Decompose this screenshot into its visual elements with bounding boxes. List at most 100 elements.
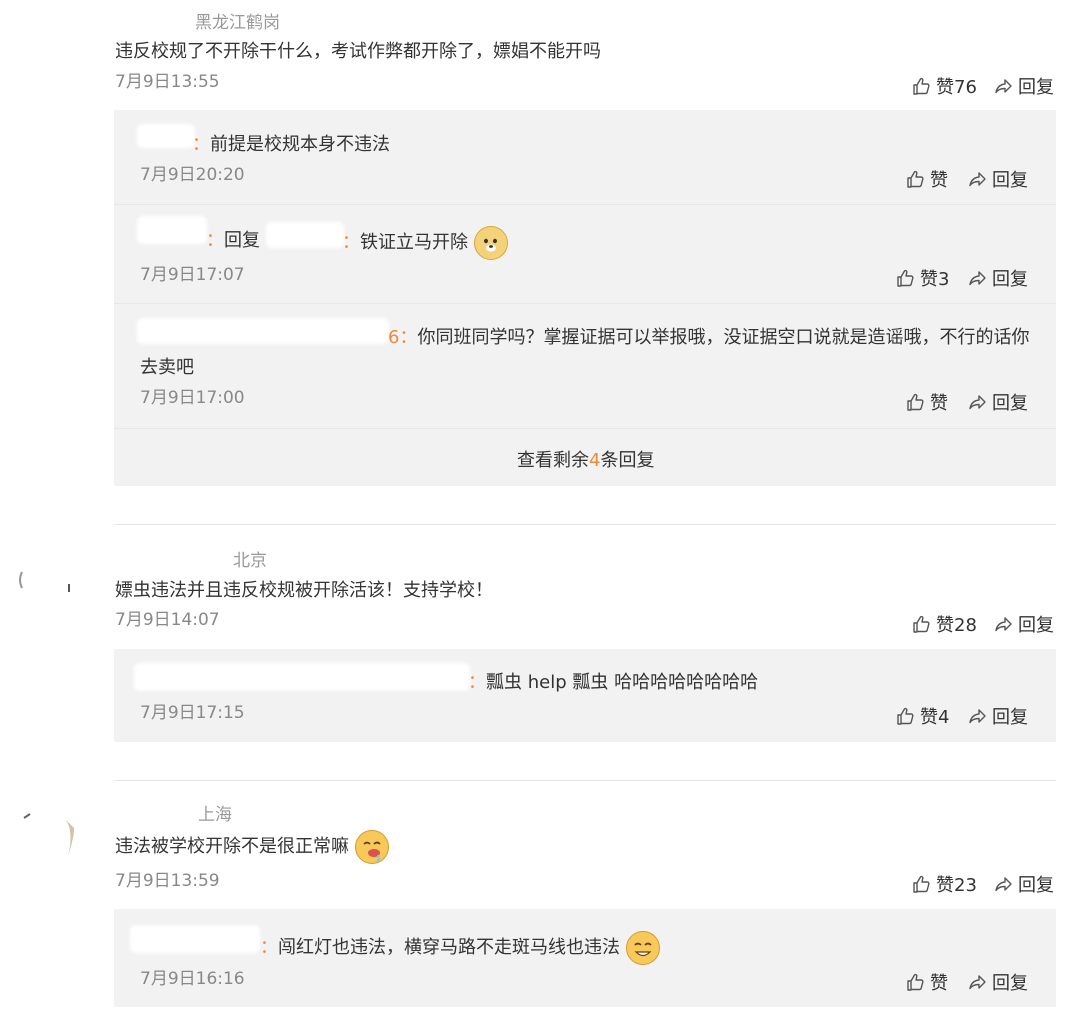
reply-text: 你同班同学吗？掌握证据可以举报哦，没证据空口说就是造谣哦，不行的话你 bbox=[417, 327, 1030, 348]
reply-arrow-icon bbox=[994, 76, 1014, 96]
divider bbox=[114, 524, 1056, 525]
divider bbox=[114, 780, 1056, 781]
view-more-replies-link[interactable]: 查看剩余4条回复 bbox=[517, 446, 654, 472]
username-mask bbox=[137, 318, 389, 344]
reply-time: 7月9日17:00 bbox=[140, 388, 245, 408]
like-count: 赞28 bbox=[936, 615, 977, 636]
reply-text: 瓢虫 help 瓢虫 哈哈哈哈哈哈哈哈 bbox=[486, 672, 759, 693]
reply-button[interactable]: 回复 bbox=[968, 703, 1028, 729]
like-button[interactable]: 赞 bbox=[906, 389, 948, 415]
username-mask bbox=[137, 216, 207, 244]
thumbs-up-icon bbox=[906, 169, 926, 189]
reply-text: 前提是校规本身不违法 bbox=[210, 134, 390, 155]
comment-location: 黑龙江鹤岗 bbox=[195, 13, 280, 33]
reply-item: ：闯红灯也违法，横穿马路不走斑马线也违法 bbox=[260, 931, 660, 965]
avatar[interactable] bbox=[0, 6, 90, 46]
reply-item: 6：你同班同学吗？掌握证据可以举报哦，没证据空口说就是造谣哦，不行的话你 bbox=[388, 323, 1029, 349]
like-count: 赞23 bbox=[936, 875, 977, 896]
like-button[interactable]: 赞3 bbox=[896, 265, 949, 291]
avatar[interactable] bbox=[14, 566, 74, 606]
reply-button[interactable]: 回复 bbox=[994, 73, 1054, 99]
reply-author[interactable]: ： bbox=[260, 937, 278, 958]
reply-text-line2: 去卖吧 bbox=[140, 357, 194, 378]
thumbs-up-icon bbox=[912, 76, 932, 96]
reply-arrow-icon bbox=[994, 614, 1014, 634]
reply-time: 7月9日16:16 bbox=[140, 969, 245, 989]
comment-time: 7月9日13:59 bbox=[115, 871, 220, 891]
reply-list: ：瓢虫 help 瓢虫 哈哈哈哈哈哈哈哈 7月9日17:15 赞4 回复 bbox=[114, 649, 1056, 742]
reply-author[interactable]: 6： bbox=[388, 327, 417, 348]
comment-text-content: 违法被学校开除不是很正常嘛 bbox=[115, 836, 349, 857]
reply-item: ：前提是校规本身不违法 bbox=[192, 130, 390, 156]
reply-arrow-icon bbox=[968, 706, 988, 726]
thumbs-up-icon bbox=[906, 972, 926, 992]
thumbs-up-icon bbox=[896, 268, 916, 288]
reply-arrow-icon bbox=[968, 392, 988, 412]
comment-text: 嫖虫违法并且违反校规被开除活该！支持学校！ bbox=[115, 580, 493, 601]
drooling-emoji-icon bbox=[354, 830, 389, 864]
like-count: 赞4 bbox=[920, 707, 950, 728]
divider bbox=[114, 428, 1056, 429]
username-mask bbox=[137, 124, 195, 148]
reply-label: 回复 bbox=[992, 393, 1028, 414]
reply-button[interactable]: 回复 bbox=[994, 611, 1054, 637]
like-button[interactable]: 赞28 bbox=[912, 611, 977, 637]
reply-item: ：瓢虫 help 瓢虫 哈哈哈哈哈哈哈哈 bbox=[468, 668, 758, 694]
like-button[interactable]: 赞 bbox=[906, 166, 948, 192]
reply-label: 回复 bbox=[992, 973, 1028, 994]
comment-text: 违法被学校开除不是很正常嘛 bbox=[115, 830, 389, 864]
username-mask bbox=[266, 222, 344, 248]
thumbs-up-icon bbox=[896, 706, 916, 726]
divider bbox=[114, 204, 1056, 205]
reply-text: 闯红灯也违法，横穿马路不走斑马线也违法 bbox=[278, 937, 620, 958]
reply-button[interactable]: 回复 bbox=[968, 389, 1028, 415]
reply-author[interactable]: ： bbox=[192, 134, 210, 155]
thumbs-up-icon bbox=[906, 392, 926, 412]
reply-label: 回复 bbox=[1018, 875, 1054, 896]
reply-list: ：前提是校规本身不违法 7月9日20:20 赞 回复 ：回复 ：铁证立马开除 7… bbox=[114, 110, 1056, 486]
reply-button[interactable]: 回复 bbox=[968, 166, 1028, 192]
reply-list: ：闯红灯也违法，横穿马路不走斑马线也违法 7月9日16:16 赞 回复 bbox=[114, 909, 1056, 1007]
reply-word: 回复 bbox=[224, 230, 260, 251]
reply-label: 回复 bbox=[992, 170, 1028, 191]
comment-time: 7月9日14:07 bbox=[115, 610, 220, 630]
like-count: 赞76 bbox=[936, 77, 977, 98]
reply-button[interactable]: 回复 bbox=[968, 969, 1028, 995]
reply-item: ：回复 bbox=[206, 226, 260, 252]
reply-time: 7月9日20:20 bbox=[140, 165, 245, 185]
divider bbox=[114, 303, 1056, 304]
reply-label: 回复 bbox=[1018, 615, 1054, 636]
like-button[interactable]: 赞23 bbox=[912, 871, 977, 897]
like-count: 赞 bbox=[930, 393, 948, 414]
reply-arrow-icon bbox=[968, 169, 988, 189]
comment-time: 7月9日13:55 bbox=[115, 72, 220, 92]
reply-button[interactable]: 回复 bbox=[994, 871, 1054, 897]
like-button[interactable]: 赞 bbox=[906, 969, 948, 995]
like-count: 赞 bbox=[930, 973, 948, 994]
reply-target[interactable]: ： bbox=[342, 232, 360, 253]
reply-button[interactable]: 回复 bbox=[968, 265, 1028, 291]
avatar[interactable] bbox=[18, 806, 78, 858]
username-mask bbox=[130, 925, 260, 953]
reply-text: 铁证立马开除 bbox=[360, 232, 468, 253]
reply-arrow-icon bbox=[968, 972, 988, 992]
like-button[interactable]: 赞76 bbox=[912, 73, 977, 99]
comment-text: 违反校规了不开除干什么，考试作弊都开除了，嫖娼不能开吗 bbox=[115, 41, 601, 62]
doge-emoji-icon bbox=[473, 226, 508, 260]
reply-author[interactable]: ： bbox=[468, 672, 486, 693]
more-suffix: 条回复 bbox=[600, 450, 655, 471]
reply-time: 7月9日17:15 bbox=[140, 703, 245, 723]
thumbs-up-icon bbox=[912, 874, 932, 894]
reply-time: 7月9日17:07 bbox=[140, 265, 245, 285]
reply-label: 回复 bbox=[992, 707, 1028, 728]
comment-location: 上海 bbox=[198, 805, 232, 825]
reply-item: ：铁证立马开除 bbox=[342, 226, 508, 260]
username-mask bbox=[134, 663, 470, 691]
reply-label: 回复 bbox=[992, 269, 1028, 290]
more-count: 4 bbox=[589, 450, 601, 471]
reply-arrow-icon bbox=[968, 268, 988, 288]
reply-author[interactable]: ： bbox=[206, 230, 224, 251]
comment-location: 北京 bbox=[233, 551, 267, 571]
like-button[interactable]: 赞4 bbox=[896, 703, 949, 729]
like-count: 赞3 bbox=[920, 269, 950, 290]
